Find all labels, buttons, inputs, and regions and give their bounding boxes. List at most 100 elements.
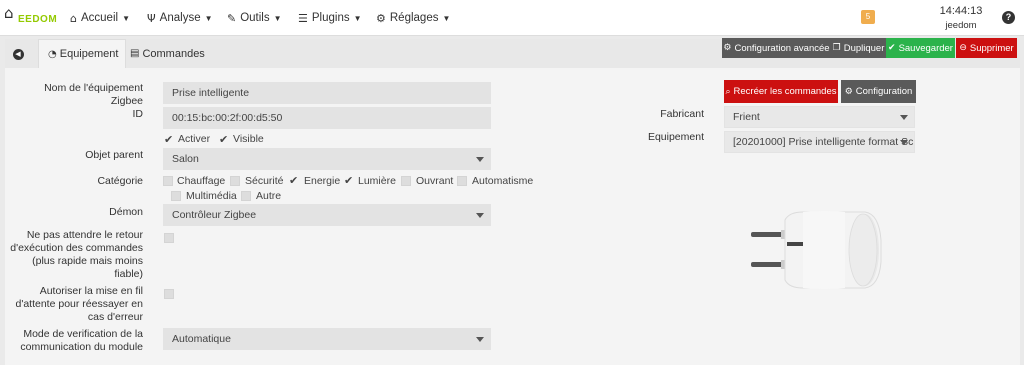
tachometer-icon: ◔ (48, 48, 57, 60)
equipment-model-select[interactable]: [20201000] Prise intelligente format Sc (724, 131, 915, 153)
logo-text: EEDOM (18, 14, 58, 25)
save-label: Sauvegarder (898, 42, 953, 54)
save-button[interactable]: ✔ Sauvegarder (886, 38, 955, 58)
retry-label-line: cas d'erreur (87, 311, 143, 323)
manufacturer-select-value: Frient (733, 111, 760, 123)
menu-outils[interactable]: ✎ Outils ▼ (227, 0, 282, 36)
search-icon: ⌕ (725, 86, 731, 97)
equipment-model-label: Equipement (647, 131, 704, 143)
retry-label: Autoriser la mise en fil d'attente pour … (10, 285, 143, 324)
category-label-chauffage: Chauffage (177, 175, 226, 187)
daemon-select-value: Contrôleur Zigbee (172, 209, 257, 221)
tab-commandes-label: Commandes (142, 47, 205, 60)
menu-accueil-label: Accueil (80, 12, 119, 24)
menu-reglages-label: Réglages (389, 12, 439, 24)
top-navbar: ⌂ EEDOM ⌂ Accueil ▼ Ψ Analyse ▼ ✎ Outils… (0, 0, 1024, 36)
category-label-ouvrant: Ouvrant (416, 175, 454, 187)
noack-checkbox[interactable] (164, 233, 174, 243)
category-checkbox-energie[interactable]: ✔ (289, 175, 298, 186)
advanced-config-label: Configuration avancée (734, 42, 830, 54)
caret-down-icon (900, 140, 908, 145)
daemon-select[interactable]: Contrôleur Zigbee (163, 204, 491, 226)
caret-down-icon: ▼ (442, 13, 451, 23)
equipment-model-select-value: [20201000] Prise intelligente format Sc (733, 136, 914, 148)
category-checkbox-lumiere[interactable]: ✔ (344, 175, 353, 186)
category-label-securite: Sécurité (245, 175, 284, 187)
parent-select-value: Salon (172, 153, 199, 165)
help-icon[interactable]: ? (1002, 11, 1015, 24)
verif-label: Mode de verification de la communication… (10, 328, 143, 354)
visible-checkbox[interactable]: ✔ (219, 134, 228, 145)
tab-equipement-label: Equipement (59, 48, 119, 60)
configuration-button[interactable]: ⚙ Configuration (841, 80, 916, 103)
noack-label-line: (plus rapide mais moins (32, 255, 143, 267)
menu-reglages[interactable]: ⚙ Réglages ▼ (376, 0, 450, 36)
category-label-lumiere: Lumière (358, 175, 396, 187)
category-checkbox-ouvrant[interactable] (401, 176, 411, 186)
category-label-energie: Energie (304, 175, 341, 187)
parent-label: Objet parent (85, 149, 143, 161)
caret-down-icon (476, 213, 484, 218)
copy-icon: ❐ (832, 43, 841, 53)
verif-label-line: Mode de verification de la (23, 328, 143, 340)
recreate-commands-button[interactable]: ⌕ Recréer les commandes (724, 80, 838, 103)
verif-select[interactable]: Automatique (163, 328, 491, 350)
category-checkbox-chauffage[interactable] (163, 176, 173, 186)
category-checkbox-autre[interactable] (241, 191, 251, 201)
category-label-multimedia: Multimédia (186, 190, 237, 202)
caret-down-icon: ▼ (122, 13, 130, 23)
minus-circle-icon: ⊖ (959, 43, 967, 53)
menu-outils-label: Outils (240, 12, 270, 24)
category-label-autre: Autre (256, 190, 282, 202)
noack-label-line: fiable) (114, 268, 143, 280)
tab-equipement[interactable]: ◔ Equipement (38, 39, 126, 68)
clock-time: 14:44:13 (939, 5, 983, 17)
activate-checkbox[interactable]: ✔ (164, 134, 173, 145)
configuration-label: Configuration (855, 86, 913, 97)
verif-select-value: Automatique (172, 333, 231, 345)
caret-down-icon: ▼ (204, 13, 213, 23)
parent-select[interactable]: Salon (163, 148, 491, 170)
menu-analyse-label: Analyse (159, 12, 201, 24)
notification-badge[interactable]: 5 (861, 10, 875, 24)
caret-down-icon (476, 337, 484, 342)
noack-label-line: d'exécution des commandes (10, 242, 143, 254)
noack-label-line: Ne pas attendre le retour (26, 229, 143, 241)
tasks-icon: ☰ (298, 11, 308, 25)
house-logo-icon: ⌂ (4, 4, 14, 22)
duplicate-button[interactable]: ❐ Dupliquer (831, 38, 886, 58)
retry-label-line: Autoriser la mise en fil (39, 285, 143, 297)
activate-label: Activer (178, 133, 211, 145)
manufacturer-select[interactable]: Frient (724, 106, 915, 128)
menu-accueil[interactable]: ⌂ Accueil ▼ (70, 0, 130, 36)
id-input[interactable]: 00:15:bc:00:2f:00:d5:50 (163, 107, 491, 129)
category-label-automatisme: Automatisme (472, 175, 534, 187)
menu-analyse[interactable]: Ψ Analyse ▼ (147, 0, 213, 36)
user-name[interactable]: jeedom (936, 20, 986, 31)
category-checkbox-automatisme[interactable] (457, 176, 467, 186)
duplicate-label: Dupliquer (843, 42, 885, 54)
jeedom-logo[interactable]: ⌂ EEDOM (4, 4, 58, 32)
delete-label: Supprimer (969, 42, 1014, 54)
recreate-commands-label: Recréer les commandes (733, 86, 837, 97)
home-icon: ⌂ (70, 11, 77, 25)
stethoscope-icon: Ψ (147, 11, 156, 25)
smart-plug-image (751, 211, 882, 289)
caret-down-icon: ▼ (353, 13, 362, 23)
manufacturer-label: Fabricant (660, 108, 704, 120)
menu-plugins[interactable]: ☰ Plugins ▼ (298, 0, 362, 36)
delete-button[interactable]: ⊖ Supprimer (956, 38, 1017, 58)
name-input[interactable]: Prise intelligente (163, 82, 491, 104)
category-checkbox-multimedia[interactable] (171, 191, 181, 201)
advanced-config-button[interactable]: ⚙ Configuration avancée (722, 38, 831, 58)
daemon-label: Démon (109, 206, 143, 218)
cogs-icon: ⚙ (844, 86, 853, 97)
noack-label: Ne pas attendre le retour d'exécution de… (10, 229, 143, 281)
back-button[interactable]: ◀ (9, 45, 27, 63)
category-label: Catégorie (97, 175, 143, 187)
verif-label-line: communication du module (20, 341, 143, 353)
cogs-icon: ⚙ (376, 11, 386, 25)
retry-checkbox[interactable] (164, 289, 174, 299)
tab-commandes[interactable]: ▤ Commandes (130, 39, 210, 68)
category-checkbox-securite[interactable] (230, 176, 240, 186)
